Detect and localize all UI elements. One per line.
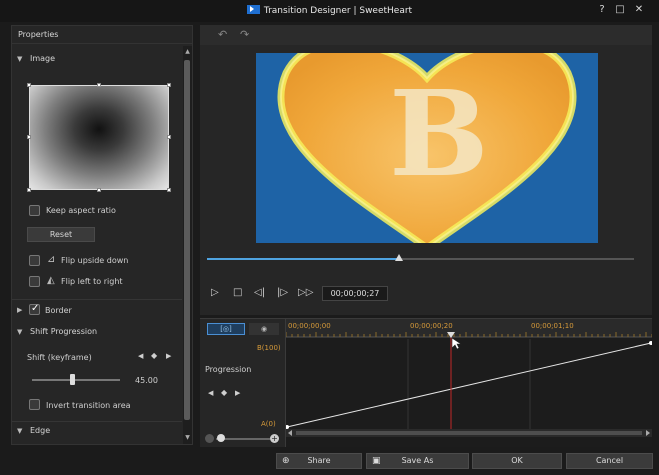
next-frame-icon[interactable]: |▷	[277, 287, 288, 298]
restore-button[interactable]: □	[614, 4, 626, 16]
keyframe-tab[interactable]: [◎]	[207, 323, 245, 335]
flip-left-right-checkbox[interactable]	[29, 276, 40, 287]
save-icon: ▣	[372, 456, 381, 466]
keyframe-point-start	[286, 425, 289, 429]
next-keyframe-icon[interactable]: ▶	[235, 389, 240, 397]
progression-line	[286, 342, 652, 428]
app-logo-icon	[246, 5, 260, 14]
resize-handle[interactable]	[27, 188, 31, 192]
keyframe-graph-svg	[286, 332, 652, 437]
share-label: Share	[307, 456, 331, 465]
collapse-arrow-icon: ▼	[17, 427, 23, 435]
keyframe-panel: [◎] ◉ Progression ◀ ◆ ▶ + 00;00;00;00 00…	[200, 318, 652, 447]
resize-handle[interactable]	[167, 135, 171, 139]
properties-header: Properties	[12, 26, 192, 44]
scroll-up-icon[interactable]: ▲	[183, 48, 192, 55]
shift-slider-thumb[interactable]	[69, 374, 75, 385]
shift-progression-label: Shift Progression	[30, 327, 98, 336]
scroll-down-icon[interactable]: ▼	[183, 434, 192, 441]
save-as-button[interactable]: ▣ Save As	[366, 453, 469, 469]
graph-scrollbar-thumb	[296, 431, 642, 435]
border-label: Border	[45, 306, 72, 315]
keep-aspect-checkbox[interactable]	[29, 205, 40, 216]
axis-bottom-label: A(0)	[261, 420, 276, 428]
resize-handle[interactable]	[27, 135, 31, 139]
divider	[12, 299, 182, 300]
fast-forward-icon[interactable]: ▷▷	[298, 287, 313, 298]
resize-handle[interactable]	[27, 83, 31, 87]
undo-icon[interactable]: ↶	[218, 28, 227, 41]
mouse-cursor-icon	[451, 337, 462, 350]
timecode-display: 00;00;00;27	[322, 286, 388, 301]
resize-handle[interactable]	[167, 188, 171, 192]
invert-label: Invert transition area	[46, 401, 131, 410]
invert-checkbox[interactable]	[29, 399, 40, 410]
flip-horizontal-icon: ◭	[47, 275, 55, 286]
add-keyframe-icon[interactable]: ◆	[151, 351, 157, 360]
next-keyframe-icon[interactable]: ▶	[166, 352, 171, 360]
mask-image[interactable]	[29, 85, 169, 190]
previous-frame-icon[interactable]: ◁|	[254, 287, 265, 298]
flip-upside-down-checkbox[interactable]	[29, 255, 40, 266]
image-section-label: Image	[30, 54, 56, 63]
ok-button[interactable]: OK	[472, 453, 562, 469]
keyframe-tab[interactable]: ◉	[249, 323, 279, 335]
shift-progression-section-header[interactable]: ▼ Shift Progression	[12, 323, 182, 341]
cancel-button[interactable]: Cancel	[566, 453, 653, 469]
keyframe-graph[interactable]: 00;00;00;00 00;00;00;20 00;00;01;10 B(10…	[257, 319, 652, 447]
edge-section-label: Edge	[30, 426, 51, 435]
shift-value: 45.00	[135, 376, 158, 385]
seek-thumb[interactable]	[395, 254, 404, 261]
title-bar: Transition Designer | SweetHeart ? □ ✕	[0, 0, 659, 22]
help-button[interactable]: ?	[596, 4, 608, 16]
window-title: Transition Designer | SweetHeart	[0, 5, 659, 16]
flip-upside-down-label: Flip upside down	[61, 256, 129, 265]
shift-keyframe-label: Shift (keyframe)	[27, 353, 92, 362]
expand-arrow-icon: ▶	[17, 306, 23, 314]
collapse-arrow-icon: ▼	[17, 55, 23, 63]
keyframe-point-end	[649, 341, 652, 345]
edge-section-header[interactable]: ▼ Edge	[12, 422, 182, 440]
flip-left-right-label: Flip left to right	[61, 277, 123, 286]
seek-progress	[207, 258, 400, 260]
share-button[interactable]: ⊕ Share	[276, 453, 362, 469]
play-icon[interactable]: ▷	[211, 287, 219, 298]
properties-scrollbar[interactable]: ▲ ▼	[183, 46, 192, 444]
border-checkbox[interactable]	[29, 303, 40, 315]
track-label: Progression	[205, 365, 252, 374]
keep-aspect-label: Keep aspect ratio	[46, 206, 116, 215]
save-as-label: Save As	[401, 456, 434, 465]
collapse-arrow-icon: ▼	[17, 328, 23, 336]
scrollbar-thumb[interactable]	[184, 60, 190, 420]
reset-button[interactable]: Reset	[27, 227, 95, 242]
close-button[interactable]: ✕	[633, 4, 645, 16]
redo-icon[interactable]: ↷	[240, 28, 249, 41]
prev-keyframe-icon[interactable]: ◀	[138, 352, 143, 360]
shift-slider-track[interactable]	[32, 379, 120, 381]
preview-toolbar: ↶ ↷	[200, 25, 652, 45]
resize-handle[interactable]	[97, 83, 101, 87]
preview-image: B	[256, 53, 598, 243]
resize-handle[interactable]	[167, 83, 171, 87]
resize-handle[interactable]	[97, 188, 101, 192]
globe-icon: ⊕	[282, 456, 290, 466]
window-title-text: Transition Designer | SweetHeart	[263, 6, 413, 16]
zoom-slider-thumb[interactable]	[217, 434, 225, 442]
preview-panel: ↶ ↷ B ▷ □ ◁| |▷ ▷▷ 00;00;00;27	[200, 25, 652, 315]
add-keyframe-icon[interactable]: ◆	[221, 388, 227, 397]
axis-top-label: B(100)	[257, 344, 281, 352]
properties-panel: Properties ▼ Image Keep aspect ratio Res…	[11, 25, 193, 445]
prev-keyframe-icon[interactable]: ◀	[208, 389, 213, 397]
preview-letter: B	[389, 64, 489, 203]
zoom-in-icon[interactable]: +	[270, 434, 279, 443]
flip-vertical-icon: ⊿	[47, 254, 56, 265]
image-section-header[interactable]: ▼ Image	[12, 50, 182, 68]
zoom-out-icon[interactable]	[205, 434, 214, 443]
playback-seek-bar[interactable]	[207, 254, 634, 261]
stop-icon[interactable]: □	[233, 287, 242, 298]
